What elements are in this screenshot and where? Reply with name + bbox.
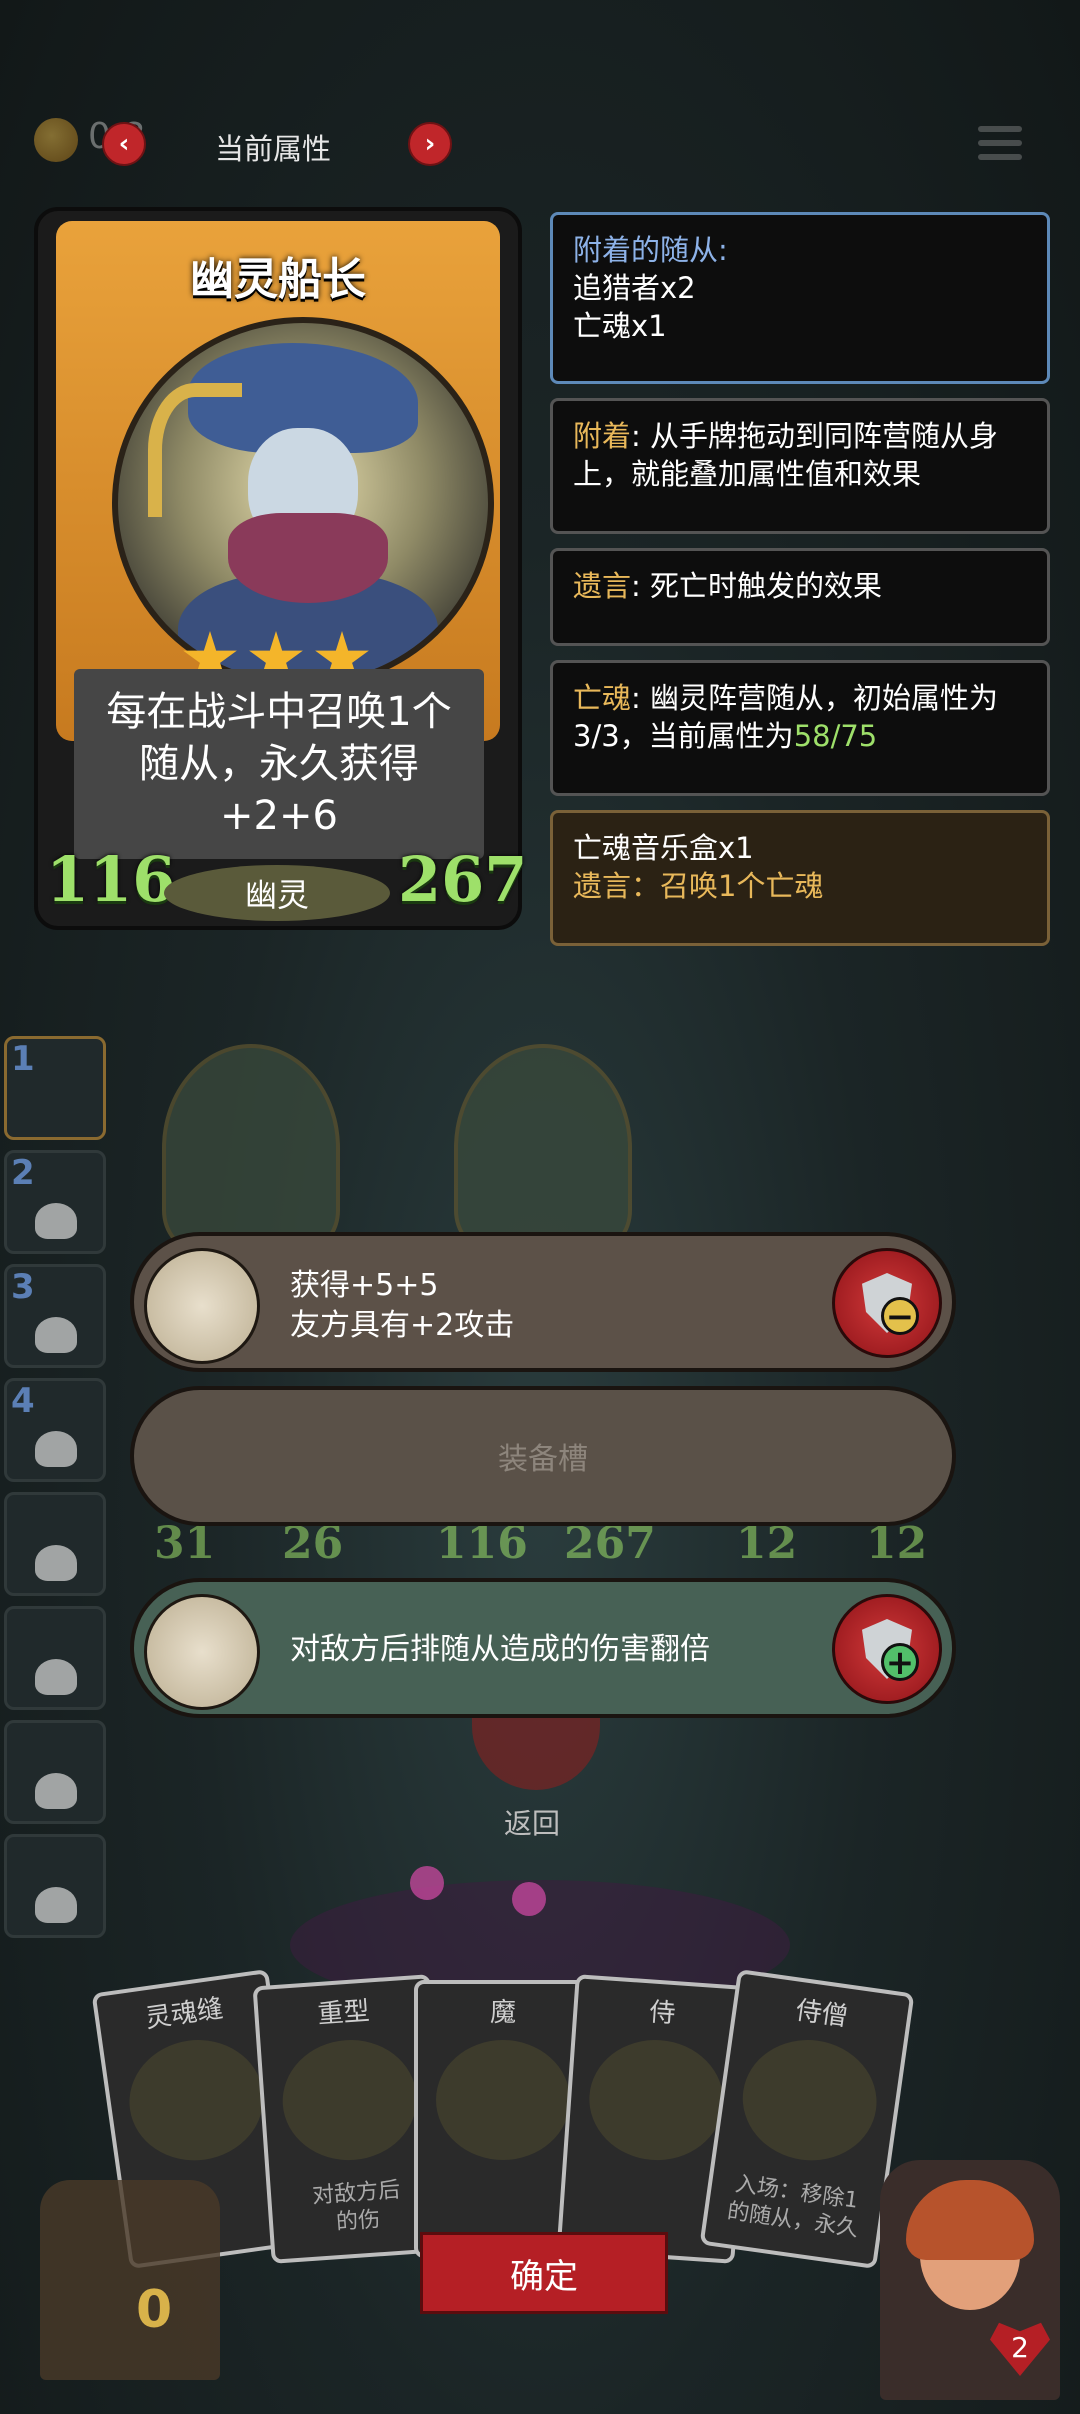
coin-icon xyxy=(34,118,78,162)
equipment-3-text: 对敌方后排随从造成的伤害翻倍 xyxy=(290,1632,710,1667)
attached-item: 追猎者x2 xyxy=(573,271,696,305)
axe-icon xyxy=(144,1248,260,1364)
hand-card-title: 灵魂缝 xyxy=(143,1993,225,2035)
attached-title: 附着的随从: xyxy=(573,233,728,267)
top-bar: 0 8 ‹ 当前属性 › xyxy=(0,100,1080,190)
keyword-attach-desc: : 从手牌拖动到同阵营随从身上，就能叠加属性值和效果 xyxy=(573,419,999,491)
keyword-soul-desc: : 幽灵阵营随从，初始属性为3/3，当前属性为 xyxy=(573,681,999,753)
board-minion[interactable] xyxy=(454,1044,632,1252)
equipment-slot-1[interactable]: 获得+5+5 友方具有+2攻击 − xyxy=(130,1232,956,1372)
plus-icon: + xyxy=(881,1643,919,1681)
slot-6[interactable] xyxy=(4,1606,106,1710)
slot-1[interactable]: 1 xyxy=(4,1036,106,1140)
hand-card-text: 对敌方后 的伤 xyxy=(311,2177,401,2236)
equipment-slot-2[interactable]: 装备槽 xyxy=(130,1386,956,1526)
skull-icon xyxy=(35,1659,77,1695)
unequip-button[interactable]: − xyxy=(832,1248,942,1358)
card-description: 每在战斗中召唤1个 随从，永久获得+2+6 xyxy=(74,669,484,859)
minus-icon: − xyxy=(881,1297,919,1335)
card-name: 幽灵船长 xyxy=(190,254,366,305)
deathrattle-keyword-panel: 遗言: 死亡时触发的效果 xyxy=(550,548,1050,646)
skull-icon xyxy=(35,1203,77,1239)
keyword-attach: 附着 xyxy=(573,419,632,453)
card-tribe: 幽灵 xyxy=(164,865,390,921)
card-description-line: 每在战斗中召唤1个 xyxy=(106,689,452,735)
slot-2[interactable]: 2 xyxy=(4,1150,106,1254)
portrait-beard xyxy=(228,513,388,603)
slot-number: 4 xyxy=(11,1381,35,1421)
hand-card-title: 重型 xyxy=(316,1996,371,2031)
hand-card-art xyxy=(436,2040,570,2160)
attached-item: 亡魂x1 xyxy=(573,309,667,343)
bubble xyxy=(512,1882,546,1916)
hand-card-art xyxy=(734,2031,885,2169)
hand-card-text: 入场：移除1 的随从，永久 xyxy=(725,2171,860,2243)
slot-number: 3 xyxy=(11,1267,35,1307)
soul-keyword-panel: 亡魂: 幽灵阵营随从，初始属性为3/3，当前属性为58/75 xyxy=(550,660,1050,796)
minion-card: 幽灵船长 每在战斗中召唤1个 随从，永久获得+2+6 116 幽灵 267 xyxy=(34,207,527,930)
hand-card-title: 魔 xyxy=(489,1998,516,2028)
slot-number: 2 xyxy=(11,1153,35,1193)
slot-3[interactable]: 3 xyxy=(4,1264,106,1368)
chest-value: 0 xyxy=(136,2280,173,2340)
bubble xyxy=(410,1866,444,1900)
hand-card-art xyxy=(585,2035,728,2165)
item-name: 亡魂音乐盒x1 xyxy=(573,831,754,865)
soul-current-stats: 58/75 xyxy=(793,719,878,753)
attached-minions-panel: 附着的随从: 追猎者x2 亡魂x1 xyxy=(550,212,1050,384)
hand-card-title: 侍 xyxy=(648,1997,677,2030)
skull-icon xyxy=(35,1773,77,1809)
hero-hair xyxy=(906,2180,1034,2260)
keyword-deathrattle-desc: : 死亡时触发的效果 xyxy=(631,569,883,603)
portrait-hook xyxy=(148,383,242,517)
slot-7[interactable] xyxy=(4,1720,106,1824)
item-desc: 遗言：召唤1个亡魂 xyxy=(573,869,824,903)
skull-icon xyxy=(35,1317,77,1353)
hand-card-art xyxy=(121,2031,272,2169)
hand-card-title: 侍僧 xyxy=(793,1995,850,2033)
attach-keyword-panel: 附着: 从手牌拖动到同阵营随从身上，就能叠加属性值和效果 xyxy=(550,398,1050,534)
hero-portrait[interactable] xyxy=(880,2160,1060,2400)
card-attack: 116 xyxy=(46,843,176,916)
slot-4[interactable]: 4 xyxy=(4,1378,106,1482)
board-minion[interactable] xyxy=(162,1044,340,1252)
page-title: 当前属性 xyxy=(215,132,332,166)
menu-icon[interactable] xyxy=(978,126,1022,164)
slot-5[interactable] xyxy=(4,1492,106,1596)
slot-number: 1 xyxy=(11,1039,35,1079)
chest-icon[interactable] xyxy=(40,2180,220,2380)
equipment-1-line: 获得+5+5 xyxy=(290,1268,439,1303)
back-label[interactable]: 返回 xyxy=(504,1802,560,1842)
equipment-1-text: 获得+5+5 友方具有+2攻击 xyxy=(290,1266,514,1346)
cannon-icon xyxy=(144,1594,260,1710)
card-description-line: 随从，永久获得+2+6 xyxy=(139,741,419,839)
skull-icon xyxy=(35,1545,77,1581)
keyword-soul: 亡魂 xyxy=(573,681,632,715)
next-arrow-button[interactable]: › xyxy=(408,122,452,166)
item-panel: 亡魂音乐盒x1 遗言：召唤1个亡魂 xyxy=(550,810,1050,946)
prev-arrow-button[interactable]: ‹ xyxy=(102,122,146,166)
slot-8[interactable] xyxy=(4,1834,106,1938)
equipment-slot-3[interactable]: 对敌方后排随从造成的伤害翻倍 + xyxy=(130,1578,956,1718)
card-health: 267 xyxy=(398,843,528,916)
skull-icon xyxy=(35,1431,77,1467)
skull-icon xyxy=(35,1887,77,1923)
equipment-1-line: 友方具有+2攻击 xyxy=(290,1308,515,1343)
hand-card-art xyxy=(278,2035,421,2165)
confirm-button[interactable]: 确定 xyxy=(420,2232,668,2314)
keyword-deathrattle: 遗言 xyxy=(573,569,632,603)
equipment-slot-empty-label: 装备槽 xyxy=(498,1442,588,1477)
equip-button[interactable]: + xyxy=(832,1594,942,1704)
